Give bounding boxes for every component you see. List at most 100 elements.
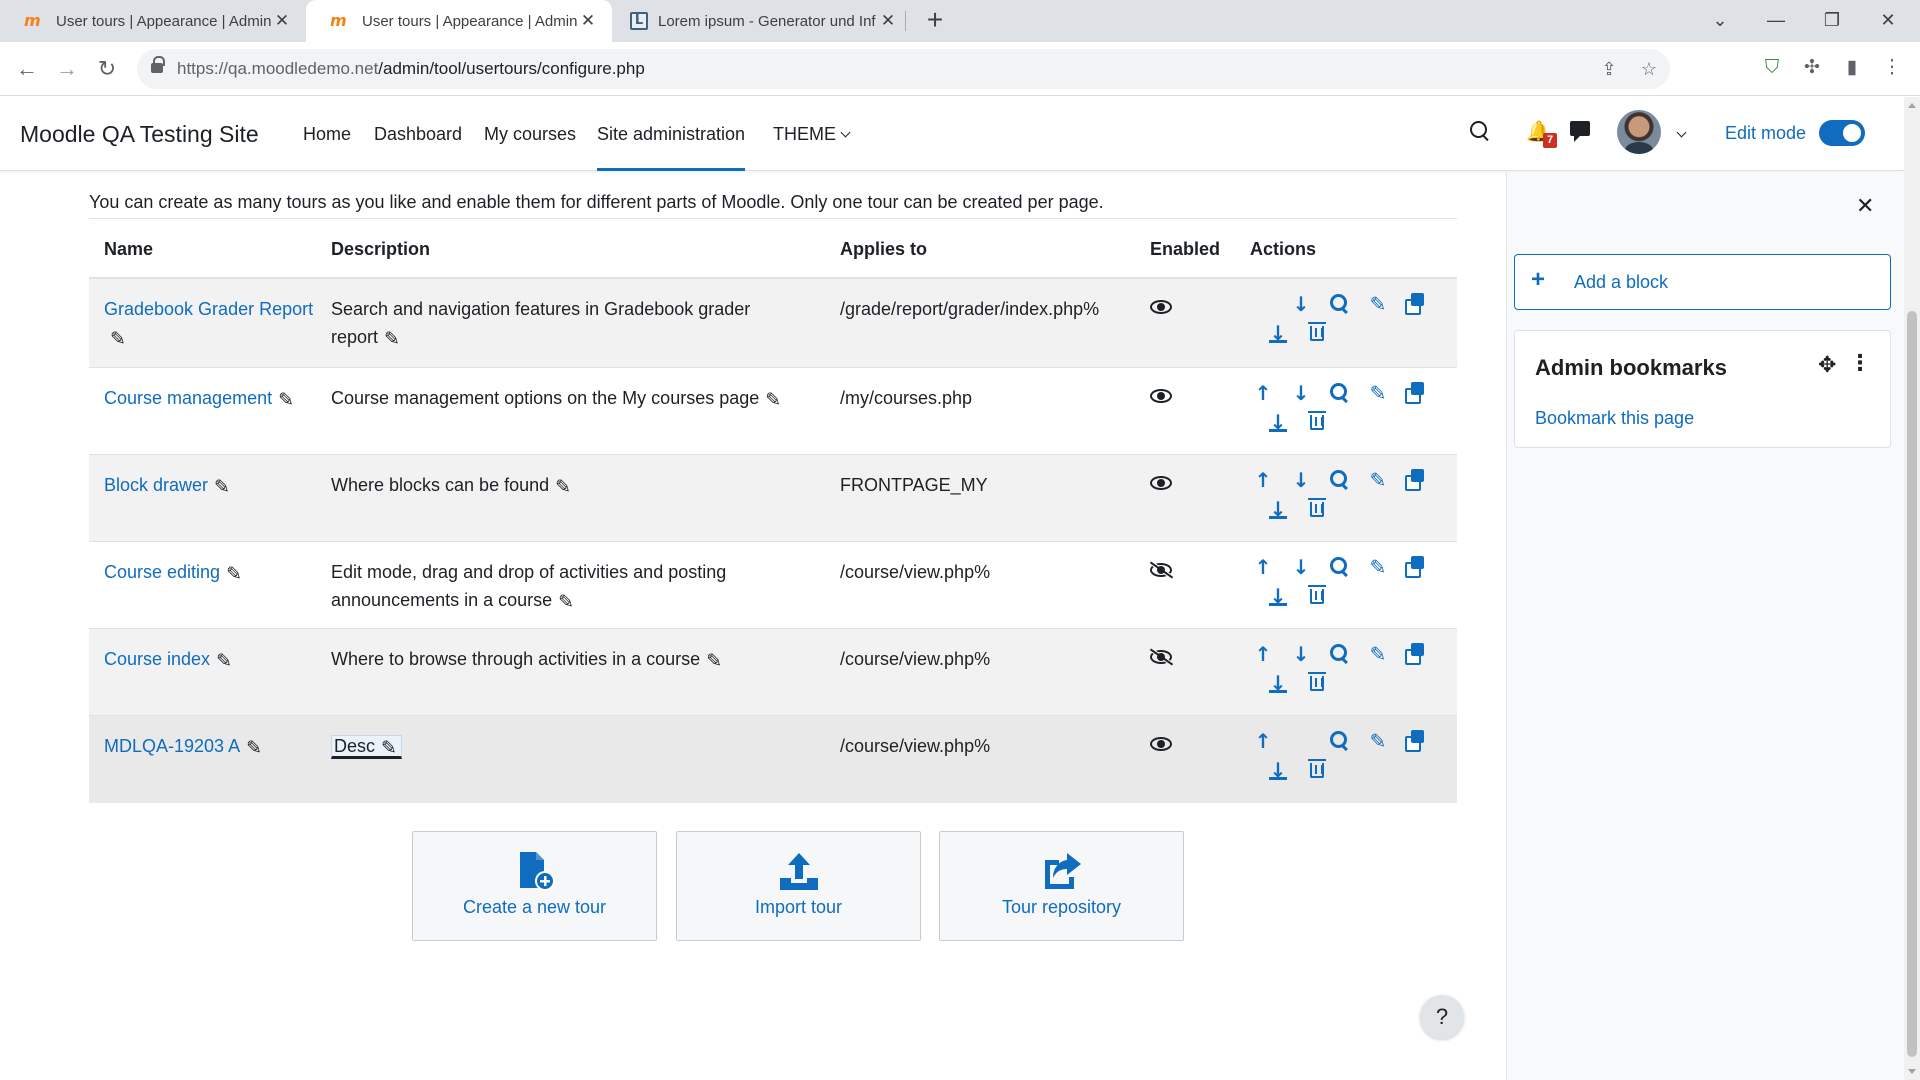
pencil-icon[interactable]: ✎ xyxy=(214,478,232,497)
pencil-icon[interactable]: ✎ xyxy=(246,739,264,758)
add-block-button[interactable]: + Add a block xyxy=(1514,254,1891,310)
edit-pencil-icon[interactable]: ✎ xyxy=(1367,293,1389,315)
export-download-icon[interactable]: ↓ xyxy=(1267,672,1289,694)
eye-slash-icon[interactable] xyxy=(1149,561,1174,579)
site-name[interactable]: Moodle QA Testing Site xyxy=(20,121,259,148)
import-tour-button[interactable]: Import tour xyxy=(676,831,921,941)
trash-icon[interactable] xyxy=(1306,411,1328,433)
page-scrollbar[interactable] xyxy=(1904,97,1920,1080)
pencil-icon[interactable]: ✎ xyxy=(381,739,399,758)
help-button[interactable]: ? xyxy=(1420,995,1464,1039)
export-download-icon[interactable]: ↓ xyxy=(1267,759,1289,781)
pencil-icon[interactable]: ✎ xyxy=(765,391,783,410)
edit-pencil-icon[interactable]: ✎ xyxy=(1367,469,1389,491)
tour-name-link[interactable]: MDLQA-19203 A xyxy=(104,736,240,756)
tour-name-link[interactable]: Block drawer xyxy=(104,475,208,495)
reload-icon[interactable]: ↻ xyxy=(92,54,122,84)
edit-mode-toggle[interactable] xyxy=(1819,120,1865,146)
view-magnifier-icon[interactable] xyxy=(1329,730,1351,752)
browser-menu-icon[interactable]: ⋮ xyxy=(1878,54,1906,82)
eye-icon[interactable] xyxy=(1150,737,1172,751)
move-icon[interactable]: ✥ xyxy=(1818,353,1836,378)
trash-icon[interactable] xyxy=(1306,498,1328,520)
kebab-menu-icon[interactable]: ⋮ xyxy=(1849,351,1871,376)
tour-name-link[interactable]: Course editing xyxy=(104,562,220,582)
duplicate-icon[interactable] xyxy=(1405,382,1427,404)
move-up-icon[interactable]: ↑ xyxy=(1252,469,1274,491)
share-icon[interactable]: ⇪ xyxy=(1597,57,1621,81)
export-download-icon[interactable]: ↓ xyxy=(1267,322,1289,344)
trash-icon[interactable] xyxy=(1306,672,1328,694)
export-download-icon[interactable]: ↓ xyxy=(1267,411,1289,433)
minimize-button[interactable]: — xyxy=(1748,0,1804,42)
pencil-icon[interactable]: ✎ xyxy=(706,652,724,671)
create-tour-button[interactable]: Create a new tour xyxy=(412,831,657,941)
scroll-up-arrow[interactable] xyxy=(1908,103,1916,108)
scroll-down-arrow[interactable] xyxy=(1908,1069,1916,1074)
duplicate-icon[interactable] xyxy=(1405,293,1427,315)
pencil-icon[interactable]: ✎ xyxy=(110,330,128,349)
close-tab-icon[interactable]: ✕ xyxy=(272,11,292,31)
move-down-icon[interactable]: ↓ xyxy=(1290,382,1312,404)
trash-icon[interactable] xyxy=(1306,585,1328,607)
pencil-icon[interactable]: ✎ xyxy=(558,593,576,612)
bookmark-page-link[interactable]: Bookmark this page xyxy=(1535,408,1694,429)
view-magnifier-icon[interactable] xyxy=(1329,643,1351,665)
move-up-icon[interactable]: ↑ xyxy=(1252,556,1274,578)
eye-icon[interactable] xyxy=(1150,389,1172,403)
tour-name-link[interactable]: Gradebook Grader Report xyxy=(104,299,313,319)
scroll-thumb[interactable] xyxy=(1907,311,1917,1057)
address-bar[interactable]: https://qa.moodledemo.net/admin/tool/use… xyxy=(137,49,1670,89)
back-arrow-icon[interactable]: ← xyxy=(12,54,42,84)
duplicate-icon[interactable] xyxy=(1405,469,1427,491)
url-text[interactable]: https://qa.moodledemo.net/admin/tool/use… xyxy=(177,59,645,79)
move-up-icon[interactable]: ↑ xyxy=(1252,730,1274,752)
edit-pencil-icon[interactable]: ✎ xyxy=(1367,730,1389,752)
nav-theme[interactable]: THEME xyxy=(773,124,851,145)
move-down-icon[interactable]: ↓ xyxy=(1290,469,1312,491)
duplicate-icon[interactable] xyxy=(1405,730,1427,752)
eye-icon[interactable] xyxy=(1150,300,1172,314)
tour-name-link[interactable]: Course management xyxy=(104,388,272,408)
puzzle-icon[interactable]: ✣ xyxy=(1798,54,1826,82)
pencil-icon[interactable]: ✎ xyxy=(384,330,402,349)
chevron-down-icon[interactable] xyxy=(1672,127,1687,145)
pencil-icon[interactable]: ✎ xyxy=(226,565,244,584)
close-tab-icon[interactable]: ✕ xyxy=(878,11,898,31)
eye-icon[interactable] xyxy=(1150,476,1172,490)
nav-my-courses[interactable]: My courses xyxy=(484,124,576,145)
pencil-icon[interactable]: ✎ xyxy=(278,391,296,410)
nav-site-administration[interactable]: Site administration xyxy=(597,124,746,171)
side-panel-icon[interactable]: ▮ xyxy=(1838,54,1866,82)
nav-dashboard[interactable]: Dashboard xyxy=(374,124,462,145)
pencil-icon[interactable]: ✎ xyxy=(216,652,234,671)
user-avatar[interactable] xyxy=(1617,110,1661,154)
tab-search-button[interactable]: ⌄ xyxy=(1692,0,1748,42)
trash-icon[interactable] xyxy=(1306,759,1328,781)
tour-repository-button[interactable]: Tour repository xyxy=(939,831,1184,941)
view-magnifier-icon[interactable] xyxy=(1329,556,1351,578)
extension-shield-icon[interactable]: ⛉ xyxy=(1758,54,1786,82)
search-icon[interactable] xyxy=(1470,121,1490,141)
browser-tab[interactable]: m User tours | Appearance | Admini ✕ xyxy=(0,0,306,42)
export-download-icon[interactable]: ↓ xyxy=(1267,585,1289,607)
eye-slash-icon[interactable] xyxy=(1149,648,1174,666)
tour-description-editing[interactable]: Desc ✎ xyxy=(331,735,403,759)
move-down-icon[interactable]: ↓ xyxy=(1290,643,1312,665)
view-magnifier-icon[interactable] xyxy=(1329,469,1351,491)
move-down-icon[interactable]: ↓ xyxy=(1290,293,1312,315)
browser-tab[interactable]: L Lorem ipsum - Generator und Inf ✕ xyxy=(606,0,912,42)
message-icon[interactable] xyxy=(1570,121,1590,142)
close-icon[interactable]: ✕ xyxy=(1856,194,1874,219)
bookmark-star-icon[interactable]: ☆ xyxy=(1637,57,1661,81)
close-tab-icon[interactable]: ✕ xyxy=(578,11,598,31)
close-window-button[interactable]: ✕ xyxy=(1860,0,1916,42)
browser-tab-active[interactable]: m User tours | Appearance | Admini ✕ xyxy=(306,0,612,42)
export-download-icon[interactable]: ↓ xyxy=(1267,498,1289,520)
trash-icon[interactable] xyxy=(1306,322,1328,344)
forward-arrow-icon[interactable]: → xyxy=(52,54,82,84)
duplicate-icon[interactable] xyxy=(1405,556,1427,578)
move-up-icon[interactable]: ↑ xyxy=(1252,382,1274,404)
edit-pencil-icon[interactable]: ✎ xyxy=(1367,382,1389,404)
tour-name-link[interactable]: Course index xyxy=(104,649,210,669)
